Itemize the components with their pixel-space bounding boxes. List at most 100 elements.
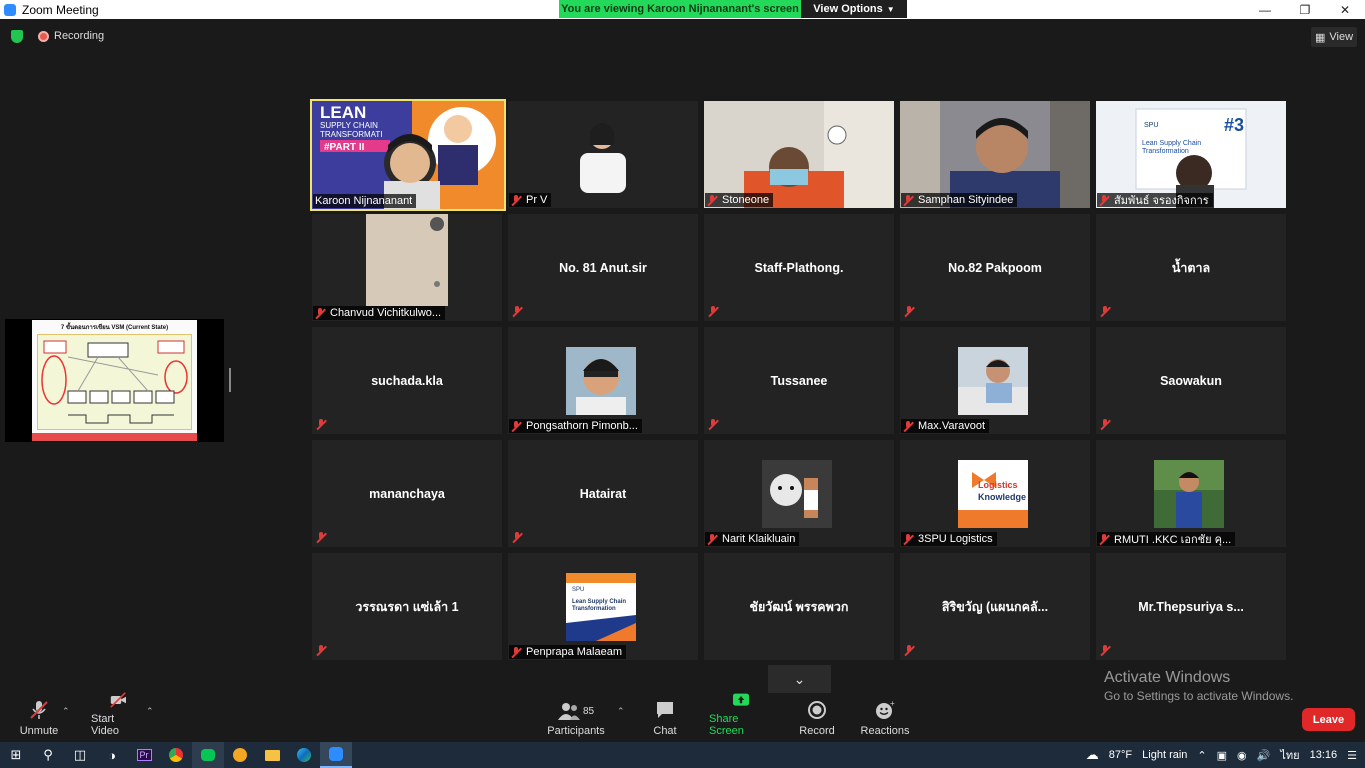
muted-mic-icon [1100,645,1111,656]
video-off-icon [110,692,126,708]
line-app-icon[interactable] [192,742,224,768]
participant-tile[interactable]: No.82 Pakpoom [900,214,1090,321]
participant-tile[interactable]: RMUTI .KKC เอกชัย คุ... [1096,440,1286,547]
muted-mic-icon [707,533,718,545]
share-banner: You are viewing Karoon Nijnananant's scr… [559,0,907,18]
participant-tile[interactable]: Pongsathorn Pimonb... [508,327,698,434]
file-explorer-icon[interactable] [256,742,288,768]
participant-name: Tussanee [770,373,828,388]
participant-tile[interactable]: Mr.Thepsuriya s... [1096,553,1286,660]
participant-tile[interactable]: SPU #3 Lean Supply Chain Transformation … [1096,101,1286,208]
participant-tile[interactable]: Stoneone [704,101,894,208]
app-tray-icon[interactable]: ◉ [1237,749,1247,762]
chat-label: Chat [653,725,677,737]
activate-line-1: Activate Windows [1104,669,1231,686]
premiere-icon[interactable]: Pr [128,742,160,768]
participant-tile[interactable]: Staff-Plathong. [704,214,894,321]
participants-button[interactable]: 85 Participants [547,692,605,742]
slide-title: 7 ขั้นตอนการเขียน VSM (Current State) [60,325,169,331]
reactions-button[interactable]: + Reactions [860,692,910,742]
search-icon[interactable]: ⚲ [32,742,64,768]
participant-tile[interactable]: LEAN SUPPLY CHAIN TRANSFORMATI #PART II … [310,99,506,211]
muted-mic-icon [903,533,914,545]
muted-mic-icon [1099,194,1110,206]
chat-button[interactable]: Chat [648,692,682,742]
participant-tile[interactable]: น้ำตาล [1096,214,1286,321]
edge-icon[interactable] [288,742,320,768]
zoom-taskbar-icon[interactable] [320,742,352,768]
svg-text:Logistics: Logistics [978,480,1018,490]
shield-icon[interactable] [11,30,23,43]
audio-options-caret-icon[interactable]: ⌃ [62,706,70,717]
participant-name-label: RMUTI .KKC เอกชัย คุ... [1097,532,1236,546]
participant-tile[interactable]: Narit Klaikluain [704,440,894,547]
participant-tile[interactable]: Chanvud Vichitkulwo... [312,214,502,321]
shared-screen-thumbnail[interactable]: 7 ขั้นตอนการเขียน VSM (Current State) [5,319,224,442]
language-indicator[interactable]: ไทย [1280,746,1299,764]
muted-mic-icon [708,419,719,430]
participants-options-caret-icon[interactable]: ⌃ [617,706,625,717]
recording-label: Recording [54,30,105,42]
share-screen-button[interactable]: Share Screen [709,692,773,742]
participant-video: SPU #3 Lean Supply Chain Transformation [1096,101,1286,208]
participant-tile[interactable]: Logistics Knowledge 3SPU Logistics [900,440,1090,547]
notifications-icon[interactable]: ☰ [1347,749,1357,762]
participant-video [312,214,502,321]
participant-tile[interactable]: Tussanee [704,327,894,434]
unmute-button[interactable]: Unmute [17,692,61,742]
participant-avatar [762,460,832,528]
participant-name: mananchaya [369,486,445,501]
app-orange-icon[interactable] [224,742,256,768]
record-button[interactable]: Record [798,692,836,742]
participant-video [704,101,894,208]
participant-tile[interactable]: Samphan Sityindee [900,101,1090,208]
close-icon[interactable]: ✕ [1325,0,1365,19]
muted-mic-icon [903,194,914,206]
next-page-button[interactable]: ⌄ [768,665,831,693]
participant-tile[interactable]: ชัยวัฒน์ พรรคพวก [704,553,894,660]
task-view-icon[interactable]: ◫ [64,742,96,768]
muted-mic-icon [1100,306,1111,317]
participant-tile[interactable]: วรรณรดา แซ่เล้า 1 [312,553,502,660]
leave-button[interactable]: Leave [1302,708,1355,731]
app-icon[interactable]: ◑ [96,742,128,768]
participant-tile[interactable]: No. 81 Anut.sir [508,214,698,321]
participant-tile[interactable]: Saowakun [1096,327,1286,434]
participant-name-label: Pr V [509,193,552,207]
chrome-icon[interactable] [160,742,192,768]
clock[interactable]: 13:16 [1310,749,1338,761]
windows-start-icon[interactable]: ⊞ [0,742,32,768]
participant-name-label: Max.Varavoot [901,419,990,433]
svg-text:Lean Supply Chain: Lean Supply Chain [1142,140,1201,147]
restore-icon[interactable]: ❐ [1285,0,1325,19]
minimize-icon[interactable]: — [1245,0,1285,19]
grid-icon: ▦ [1314,31,1326,44]
chevron-up-icon[interactable]: ⌃ [1197,749,1206,762]
muted-mic-icon [316,532,327,543]
video-options-caret-icon[interactable]: ⌃ [146,706,154,717]
view-button[interactable]: ▦ View [1311,27,1357,47]
participant-tile[interactable]: mananchaya [312,440,502,547]
volume-icon[interactable]: 🔊 [1257,749,1271,762]
split-resize-handle[interactable] [229,368,231,392]
system-tray: ☁ 87°F Light rain ⌃ ▣ ◉ 🔊 ไทย 13:16 ☰ [1086,742,1365,768]
participant-name-label: Samphan Sityindee [901,193,1018,207]
vsm-diagram-image [37,334,192,430]
network-icon[interactable]: ▣ [1217,749,1227,762]
svg-text:SPU: SPU [572,587,584,593]
view-options-button[interactable]: View Options ▼ [801,0,907,18]
svg-text:+: + [890,700,895,708]
muted-mic-icon [315,307,326,319]
participant-tile[interactable]: SPU Lean Supply Chain Transformation Pen… [508,553,698,660]
participant-tile[interactable]: Pr V [508,101,698,208]
shared-slide: 7 ขั้นตอนการเขียน VSM (Current State) [32,320,197,441]
participant-tile[interactable]: suchada.kla [312,327,502,434]
participant-name: น้ำตาล [1171,260,1211,275]
recording-indicator[interactable]: Recording [38,30,104,42]
start-video-button[interactable]: Start Video [91,692,145,742]
participant-tile[interactable]: สิริขวัญ (แผนกคลั... [900,553,1090,660]
muted-mic-icon [512,532,523,543]
participant-tile[interactable]: Max.Varavoot [900,327,1090,434]
participant-tile[interactable]: Hatairat [508,440,698,547]
muted-mic-icon [511,194,522,206]
